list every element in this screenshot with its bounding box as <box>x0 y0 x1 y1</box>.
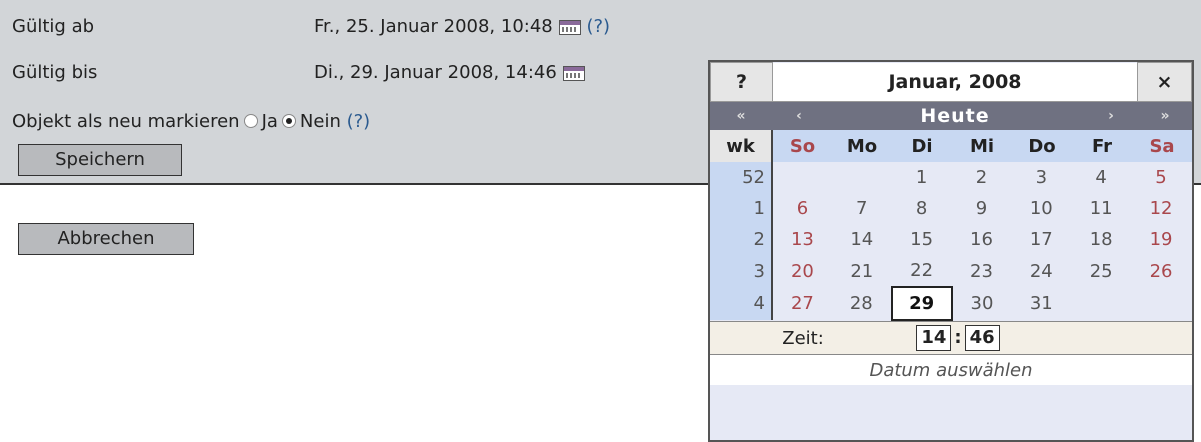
day-cell[interactable]: 20 <box>772 255 832 287</box>
day-cell[interactable]: 30 <box>952 287 1012 320</box>
valid-from-label: Gültig ab <box>12 16 95 37</box>
day-cell[interactable]: 11 <box>1071 193 1131 224</box>
calendar-week-row: 3 20 21 22 23 24 25 26 <box>710 255 1191 287</box>
day-cell[interactable]: 8 <box>892 193 952 224</box>
mark-new-help-link[interactable]: (?) <box>347 111 371 132</box>
calendar-week-row: 2 13 14 15 16 17 18 19 <box>710 224 1191 255</box>
calendar-day-grid: 52 1 2 3 4 5 1 6 7 8 9 10 11 12 2 13 14 15 16 17 18 19 3 20 21 22… <box>710 162 1192 321</box>
empty-day-cell <box>832 162 892 193</box>
day-cell[interactable]: 1 <box>892 162 952 193</box>
cancel-button[interactable]: Abbrechen <box>18 223 194 255</box>
calendar-icon[interactable] <box>562 65 585 81</box>
close-icon[interactable]: × <box>1137 62 1192 102</box>
calendar-title-bar: ? Januar, 2008 × <box>710 62 1192 102</box>
mark-new-row: Objekt als neu markieren Ja Nein (?) <box>12 109 370 135</box>
day-cell[interactable]: 16 <box>952 224 1012 255</box>
day-cell[interactable]: 7 <box>832 193 892 224</box>
calendar-nav-bar: « ‹ Heute › » <box>710 102 1192 130</box>
weekday-header: Do <box>1012 130 1072 162</box>
calendar-month-title: Januar, 2008 <box>772 62 1138 102</box>
radio-no-label: Nein <box>299 111 341 132</box>
weekday-header: Sa <box>1132 130 1192 162</box>
time-fields: 14:46 <box>896 321 1020 354</box>
week-number: 2 <box>710 224 773 255</box>
day-cell[interactable]: 26 <box>1131 255 1191 287</box>
day-cell[interactable]: 4 <box>1071 162 1131 193</box>
week-number: 3 <box>710 255 773 287</box>
day-cell[interactable]: 22 <box>892 255 952 287</box>
day-cell[interactable]: 19 <box>1131 224 1191 255</box>
calendar-status-text: Datum auswählen <box>710 354 1192 385</box>
day-cell[interactable]: 17 <box>1011 224 1071 255</box>
radio-yes-label: Ja <box>261 111 278 132</box>
valid-to-date: Di., 29. Januar 2008, 14:46 <box>314 62 557 83</box>
day-cell[interactable]: 24 <box>1011 255 1071 287</box>
day-cell[interactable]: 21 <box>832 255 892 287</box>
radio-yes[interactable] <box>243 114 258 128</box>
day-cell[interactable]: 25 <box>1071 255 1131 287</box>
empty-day-cell <box>772 162 832 193</box>
calendar-icon[interactable] <box>558 19 581 35</box>
day-cell[interactable]: 6 <box>772 193 832 224</box>
empty-day-cell <box>1131 287 1191 320</box>
calendar-time-row: Zeit: 14:46 <box>710 321 1192 354</box>
day-cell[interactable]: 18 <box>1071 224 1131 255</box>
day-cell[interactable]: 23 <box>952 255 1012 287</box>
calendar-week-row: 4 27 28 29 30 31 <box>710 286 1191 321</box>
day-cell[interactable]: 28 <box>832 287 892 320</box>
day-cell[interactable]: 5 <box>1131 162 1191 193</box>
today-button[interactable]: Heute <box>826 102 1084 130</box>
day-cell[interactable]: 9 <box>952 193 1012 224</box>
day-cell[interactable]: 14 <box>832 224 892 255</box>
valid-from-value: Fr., 25. Januar 2008, 10:48 (?) <box>314 14 610 40</box>
valid-to-label: Gültig bis <box>12 62 98 83</box>
prev-year-button[interactable]: « <box>710 102 772 130</box>
day-cell[interactable]: 15 <box>892 224 952 255</box>
calendar-popup: ? Januar, 2008 × « ‹ Heute › » wk So Mo … <box>708 60 1194 442</box>
weekday-header: Di <box>892 130 952 162</box>
mark-new-label: Objekt als neu markieren <box>12 111 240 132</box>
day-cell[interactable]: 10 <box>1011 193 1071 224</box>
day-cell[interactable]: 12 <box>1131 193 1191 224</box>
next-year-button[interactable]: » <box>1138 102 1192 130</box>
calendar-week-row: 1 6 7 8 9 10 11 12 <box>710 193 1191 224</box>
weekday-header: Mi <box>952 130 1012 162</box>
empty-day-cell <box>1071 287 1131 320</box>
weekday-header: Fr <box>1072 130 1132 162</box>
day-cell[interactable]: 2 <box>952 162 1012 193</box>
prev-month-button[interactable]: ‹ <box>772 102 826 130</box>
valid-from-date: Fr., 25. Januar 2008, 10:48 <box>314 16 553 37</box>
save-button[interactable]: Speichern <box>18 144 182 176</box>
week-number: 4 <box>710 287 773 320</box>
calendar-footer: Datum auswählen <box>710 354 1192 385</box>
radio-no[interactable] <box>281 114 296 128</box>
time-separator: : <box>954 327 962 348</box>
day-cell[interactable]: 27 <box>772 287 832 320</box>
time-label: Zeit: <box>710 321 896 354</box>
week-column-header: wk <box>710 130 773 162</box>
calendar-week-row: 52 1 2 3 4 5 <box>710 162 1191 193</box>
valid-from-help-link[interactable]: (?) <box>586 16 610 37</box>
valid-to-row: Gültig bis Di., 29. Januar 2008, 14:46 <box>12 60 712 86</box>
week-number: 52 <box>710 162 773 193</box>
minute-field[interactable]: 46 <box>964 325 1000 351</box>
day-cell[interactable]: 31 <box>1011 287 1071 320</box>
hour-field[interactable]: 14 <box>916 325 952 351</box>
calendar-help-button[interactable]: ? <box>710 62 773 102</box>
day-cell[interactable]: 29 <box>890 286 953 321</box>
weekday-header: So <box>772 130 832 162</box>
day-cell[interactable]: 3 <box>1011 162 1071 193</box>
valid-to-value: Di., 29. Januar 2008, 14:46 <box>314 60 585 86</box>
calendar-weekday-header: wk So Mo Di Mi Do Fr Sa <box>710 130 1192 162</box>
day-cell[interactable]: 13 <box>772 224 832 255</box>
next-month-button[interactable]: › <box>1084 102 1138 130</box>
weekday-header: Mo <box>832 130 892 162</box>
week-number: 1 <box>710 193 773 224</box>
valid-from-row: Gültig ab Fr., 25. Januar 2008, 10:48 (?… <box>12 14 772 40</box>
